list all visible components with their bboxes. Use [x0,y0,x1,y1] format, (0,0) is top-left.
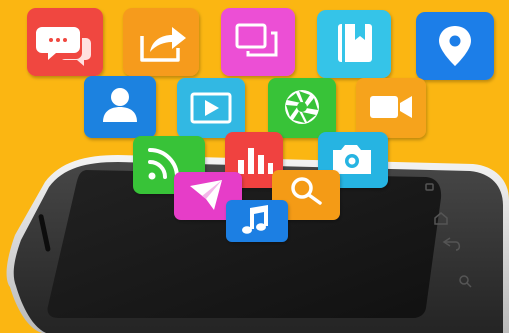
mobile-apps-illustration [6,8,509,333]
illustration-stage [0,0,509,333]
app-tile-contact [84,76,156,138]
app-tile-windows [221,8,295,76]
app-tile-chat [27,8,103,76]
app-tile-music [226,200,288,242]
app-tile-video [177,78,245,138]
camera-aperture-icon [285,90,319,124]
app-tile-video-camera [356,78,426,138]
app-tile-share [123,8,199,76]
notebook-icon [338,24,372,62]
app-tile-aperture [268,78,336,138]
app-tile-notebook [317,10,391,78]
phone-screen [47,170,442,318]
app-tile-map [416,12,494,80]
